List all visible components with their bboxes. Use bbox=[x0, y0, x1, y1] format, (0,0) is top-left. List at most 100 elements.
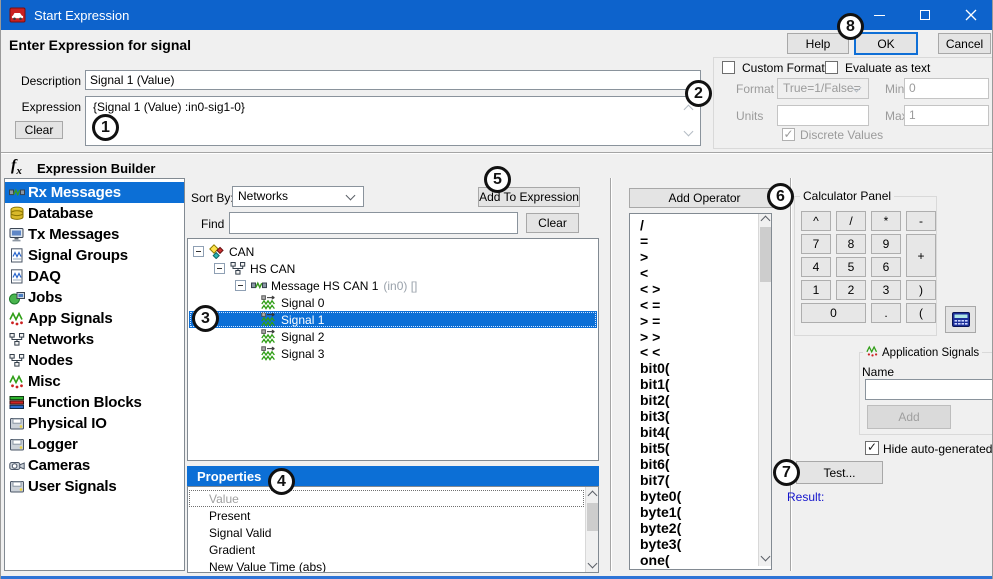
maximize-button[interactable] bbox=[902, 0, 948, 30]
sidebar-item-cameras[interactable]: Cameras bbox=[5, 455, 184, 476]
operator-item[interactable]: bit4( bbox=[630, 424, 771, 440]
calc-button-9[interactable]: 9 bbox=[871, 234, 901, 254]
min-field[interactable]: 0 bbox=[904, 78, 989, 99]
sidebar-item-function-blocks[interactable]: Function Blocks bbox=[5, 392, 184, 413]
tree-item-can[interactable]: CAN bbox=[189, 243, 597, 260]
sidebar-item-database[interactable]: Database bbox=[5, 203, 184, 224]
operator-item[interactable]: < < bbox=[630, 345, 771, 361]
ok-button[interactable]: OK bbox=[854, 32, 918, 55]
calc-button-open-paren[interactable]: ( bbox=[906, 303, 936, 323]
hide-auto-generated-checkbox[interactable]: ✓ bbox=[865, 441, 879, 455]
sidebar-item-rx-messages[interactable]: Rx Messages bbox=[5, 182, 184, 203]
splitter-right[interactable] bbox=[790, 178, 792, 571]
operator-item[interactable]: bit5( bbox=[630, 440, 771, 456]
operator-item[interactable]: bit0( bbox=[630, 360, 771, 376]
operator-item[interactable]: one( bbox=[630, 552, 771, 568]
sidebar-item-user-signals[interactable]: User Signals bbox=[5, 476, 184, 497]
tree-item-signal-3[interactable]: Signal 3 bbox=[189, 345, 597, 362]
description-field[interactable]: Signal 1 (Value) bbox=[85, 70, 701, 90]
calc-button-2[interactable]: 2 bbox=[836, 280, 866, 300]
sidebar-item-logger[interactable]: Logger bbox=[5, 434, 184, 455]
help-button[interactable]: Help bbox=[787, 33, 849, 54]
sidebar-item-nodes[interactable]: Nodes bbox=[5, 350, 184, 371]
calc-button-8[interactable]: 8 bbox=[836, 234, 866, 254]
property-item-signal-valid[interactable]: Signal Valid bbox=[189, 524, 584, 541]
tree-collapse-icon[interactable] bbox=[214, 263, 225, 274]
calc-button-sub[interactable]: - bbox=[906, 211, 936, 231]
calculator-launch-button[interactable] bbox=[945, 306, 976, 333]
tree-item-hs-can[interactable]: HS CAN bbox=[189, 260, 597, 277]
operator-item[interactable]: < > bbox=[630, 281, 771, 297]
property-item-value[interactable]: Value bbox=[189, 490, 584, 507]
operator-item[interactable]: bit3( bbox=[630, 408, 771, 424]
tree-item-signal-0[interactable]: Signal 0 bbox=[189, 294, 597, 311]
expression-clear-button[interactable]: Clear bbox=[15, 121, 63, 139]
operator-item[interactable]: > > bbox=[630, 329, 771, 345]
app-signal-name-input[interactable] bbox=[865, 379, 993, 400]
evaluate-as-text-checkbox[interactable] bbox=[825, 61, 838, 74]
sidebar-item-app-signals[interactable]: App Signals bbox=[5, 308, 184, 329]
sidebar-item-signal-groups[interactable]: Signal Groups bbox=[5, 245, 184, 266]
add-operator-button[interactable]: Add Operator bbox=[629, 188, 780, 208]
operator-item[interactable]: / bbox=[630, 217, 771, 233]
calc-button-1[interactable]: 1 bbox=[801, 280, 831, 300]
calc-button-3[interactable]: 3 bbox=[871, 280, 901, 300]
operator-item[interactable]: = bbox=[630, 233, 771, 249]
calc-button-add[interactable]: + bbox=[906, 234, 936, 277]
units-field[interactable] bbox=[777, 105, 869, 126]
tree-collapse-icon[interactable] bbox=[193, 246, 204, 257]
operator-scroll-thumb[interactable] bbox=[760, 227, 771, 282]
property-item-present[interactable]: Present bbox=[189, 507, 584, 524]
operator-item[interactable]: byte0( bbox=[630, 488, 771, 504]
property-item-new-value-time-abs-[interactable]: New Value Time (abs) bbox=[189, 558, 584, 573]
properties-scroll-down-icon[interactable] bbox=[588, 559, 598, 569]
operator-item[interactable]: byte2( bbox=[630, 520, 771, 536]
calc-button-pow[interactable]: ^ bbox=[801, 211, 831, 231]
properties-scroll-thumb[interactable] bbox=[587, 503, 598, 531]
calc-button-mul[interactable]: * bbox=[871, 211, 901, 231]
test-button[interactable]: Test... bbox=[796, 461, 883, 484]
calc-button-5[interactable]: 5 bbox=[836, 257, 866, 277]
calc-button-dot[interactable]: . bbox=[871, 303, 901, 323]
properties-scroll-up-icon[interactable] bbox=[588, 491, 598, 501]
sidebar-item-misc[interactable]: Misc bbox=[5, 371, 184, 392]
calc-button-0[interactable]: 0 bbox=[801, 303, 866, 323]
find-clear-button[interactable]: Clear bbox=[526, 213, 579, 233]
operator-item[interactable]: bit6( bbox=[630, 456, 771, 472]
calc-button-7[interactable]: 7 bbox=[801, 234, 831, 254]
calc-button-6[interactable]: 6 bbox=[871, 257, 901, 277]
splitter-left[interactable] bbox=[610, 178, 612, 571]
operator-item[interactable]: > = bbox=[630, 313, 771, 329]
sidebar-item-jobs[interactable]: Jobs bbox=[5, 287, 184, 308]
custom-format-checkbox[interactable] bbox=[722, 61, 735, 74]
cancel-button[interactable]: Cancel bbox=[938, 33, 991, 54]
close-button[interactable] bbox=[948, 0, 993, 30]
operator-scroll-down-icon[interactable] bbox=[761, 552, 771, 562]
sidebar-item-daq[interactable]: DAQ bbox=[5, 266, 184, 287]
tree-item-signal-2[interactable]: Signal 2 bbox=[189, 328, 597, 345]
calc-button-4[interactable]: 4 bbox=[801, 257, 831, 277]
sidebar-item-physical-io[interactable]: Physical IO bbox=[5, 413, 184, 434]
operator-item[interactable]: byte3( bbox=[630, 536, 771, 552]
operator-scrollbar[interactable] bbox=[758, 213, 771, 566]
sort-by-dropdown[interactable]: Networks bbox=[232, 186, 364, 207]
tree-item-message-hs-can-1[interactable]: Message HS CAN 1(in0) [] bbox=[189, 277, 597, 294]
properties-scrollbar[interactable] bbox=[585, 487, 598, 572]
operator-item[interactable]: bit2( bbox=[630, 392, 771, 408]
calc-button-close-paren[interactable]: ) bbox=[906, 280, 936, 300]
operator-item[interactable]: bit7( bbox=[630, 472, 771, 488]
calc-button-div[interactable]: / bbox=[836, 211, 866, 231]
discrete-values-checkbox[interactable]: ✓ bbox=[782, 128, 795, 141]
operator-item[interactable]: < bbox=[630, 265, 771, 281]
sidebar-item-tx-messages[interactable]: Tx Messages bbox=[5, 224, 184, 245]
operator-item[interactable]: > bbox=[630, 249, 771, 265]
app-signal-add-button[interactable]: Add bbox=[867, 405, 951, 429]
property-item-gradient[interactable]: Gradient bbox=[189, 541, 584, 558]
find-input[interactable] bbox=[229, 212, 518, 234]
tree-collapse-icon[interactable] bbox=[235, 280, 246, 291]
tree-item-signal-1[interactable]: Signal 1 bbox=[189, 311, 597, 328]
operator-scroll-up-icon[interactable] bbox=[761, 216, 771, 226]
operator-item[interactable]: bit1( bbox=[630, 376, 771, 392]
operator-item[interactable]: < = bbox=[630, 297, 771, 313]
max-field[interactable]: 1 bbox=[904, 105, 989, 126]
